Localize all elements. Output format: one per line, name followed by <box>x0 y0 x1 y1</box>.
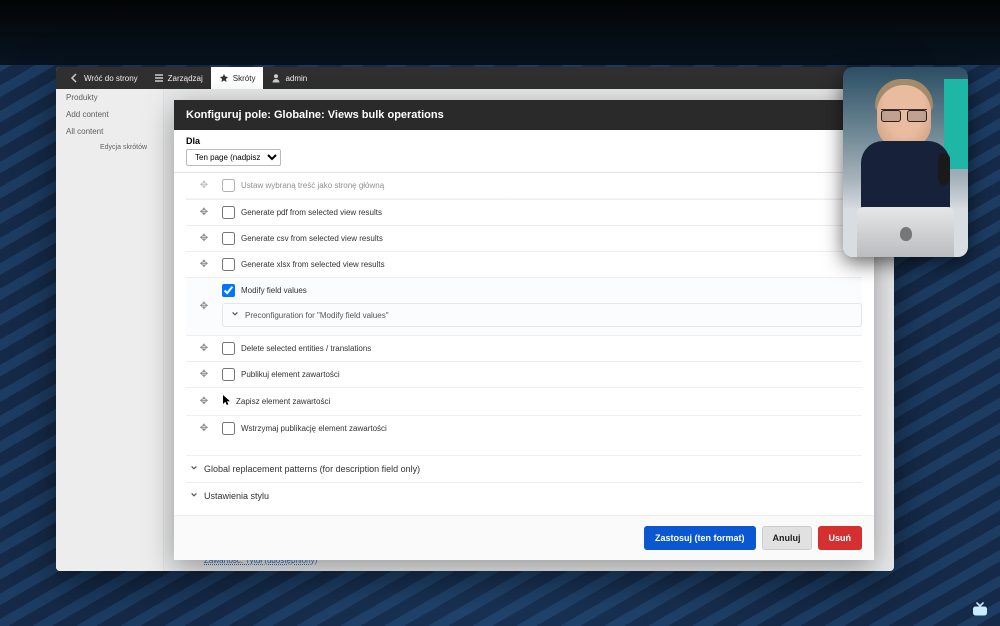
op-checkbox[interactable] <box>222 368 235 381</box>
toolbar-manage-label: Zarządzaj <box>168 74 203 83</box>
toolbar-back-label: Wróć do strony <box>84 74 138 83</box>
op-label: Delete selected entities / translations <box>241 344 371 353</box>
op-label: Generate pdf from selected view results <box>241 208 382 217</box>
delete-button[interactable]: Usuń <box>818 526 863 550</box>
op-checkbox[interactable] <box>222 342 235 355</box>
tv-icon <box>972 602 988 616</box>
op-checkbox[interactable] <box>222 179 235 192</box>
accordion-style[interactable]: Ustawienia stylu <box>186 482 862 509</box>
for-label: Dla <box>186 136 862 146</box>
op-label: Modify field values <box>241 286 307 295</box>
back-icon <box>70 73 80 83</box>
operations-list: ✥ Ustaw wybraną treść jako stronę główną… <box>174 173 874 515</box>
apply-button[interactable]: Zastosuj (ten format) <box>644 526 756 550</box>
op-label: Publikuj element zawartości <box>241 370 340 379</box>
chevron-down-icon <box>231 310 239 320</box>
toolbar-user-label: admin <box>285 74 307 83</box>
apple-logo-icon <box>900 227 912 241</box>
cancel-button[interactable]: Anuluj <box>762 526 812 550</box>
admin-toolbar: Wróć do strony Zarządzaj Skróty admin <box>56 67 894 89</box>
star-icon <box>219 73 229 83</box>
config-modal: Konfiguruj pole: Globalne: Views bulk op… <box>174 100 874 560</box>
drag-handle-icon[interactable]: ✥ <box>186 423 222 434</box>
cursor-icon <box>222 394 232 409</box>
drag-handle-icon[interactable]: ✥ <box>186 207 222 218</box>
laptop-back <box>857 207 954 257</box>
toolbar-shortcuts-label: Skróty <box>233 74 256 83</box>
op-label: Wstrzymaj publikację element zawartości <box>241 424 387 433</box>
op-checkbox[interactable] <box>222 206 235 219</box>
op-checkbox[interactable] <box>222 232 235 245</box>
accordion-label: Global replacement patterns (for descrip… <box>204 464 420 474</box>
glasses-icon <box>881 109 927 121</box>
accordion-global-patterns[interactable]: Global replacement patterns (for descrip… <box>186 455 862 482</box>
video-top-bar <box>0 0 1000 65</box>
preconfig-label: Preconfiguration for "Modify field value… <box>245 311 389 320</box>
for-select[interactable]: Ten page (nadpisz) <box>186 149 281 166</box>
op-label: Ustaw wybraną treść jako stronę główną <box>241 181 384 190</box>
modal-header: Konfiguruj pole: Globalne: Views bulk op… <box>174 100 874 130</box>
op-checkbox[interactable] <box>222 422 235 435</box>
op-label: Zapisz element zawartości <box>236 397 330 406</box>
toolbar-shortcuts[interactable]: Skróty <box>211 67 264 89</box>
op-label: Generate csv from selected view results <box>241 234 383 243</box>
toolbar-user[interactable]: admin <box>263 67 315 89</box>
drag-handle-icon[interactable]: ✥ <box>186 343 222 354</box>
drag-handle-icon[interactable]: ✥ <box>186 233 222 244</box>
modal-title: Konfiguruj pole: Globalne: Views bulk op… <box>186 109 444 121</box>
accordion-label: Ustawienia stylu <box>204 491 269 501</box>
op-checkbox[interactable] <box>222 284 235 297</box>
chevron-down-icon <box>190 491 198 501</box>
op-label: Generate xlsx from selected view results <box>241 260 385 269</box>
drag-handle-icon[interactable]: ✥ <box>186 180 222 191</box>
chevron-down-icon <box>190 464 198 474</box>
op-checkbox[interactable] <box>222 258 235 271</box>
drag-handle-icon[interactable]: ✥ <box>186 396 222 407</box>
browser-window: Wróć do strony Zarządzaj Skróty admin Pr… <box>56 67 894 571</box>
hamburger-icon <box>154 73 164 83</box>
toolbar-manage[interactable]: Zarządzaj <box>146 67 211 89</box>
toolbar-back[interactable]: Wróć do strony <box>62 67 146 89</box>
mic-icon <box>938 153 950 185</box>
drag-handle-icon[interactable]: ✥ <box>186 259 222 270</box>
modal-for-section: Dla Ten page (nadpisz) <box>174 130 874 173</box>
preconfig-accordion[interactable]: Preconfiguration for "Modify field value… <box>222 303 862 327</box>
drag-handle-icon[interactable]: ✥ <box>186 369 222 380</box>
user-icon <box>271 73 281 83</box>
modal-footer: Zastosuj (ten format) Anuluj Usuń <box>174 515 874 560</box>
drag-handle-icon[interactable]: ✥ <box>186 301 222 312</box>
presenter-body <box>861 141 950 211</box>
presenter-webcam <box>843 67 968 257</box>
